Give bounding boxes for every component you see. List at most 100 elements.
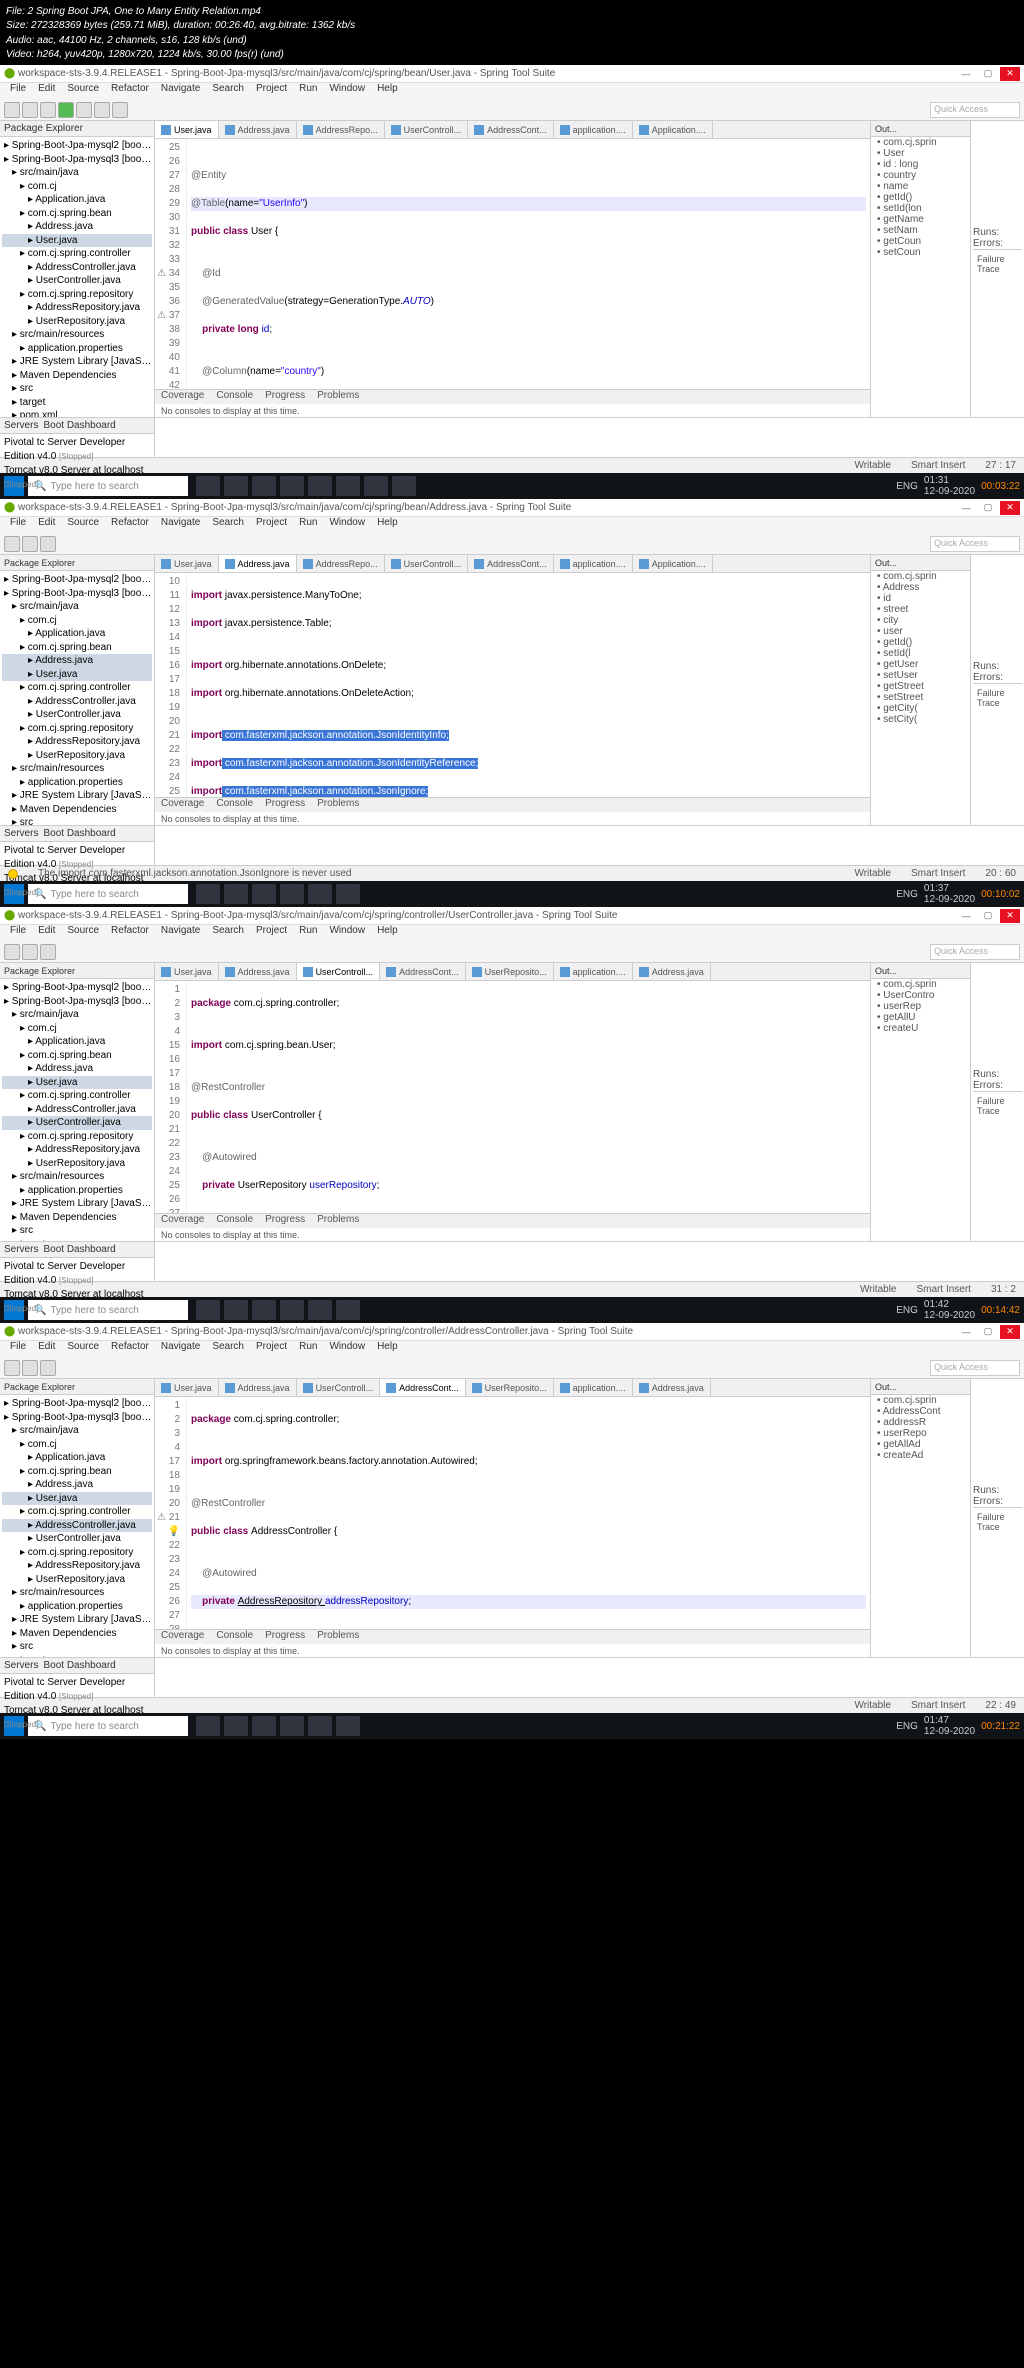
tree-item[interactable]: ▸ Maven Dependencies [2, 1627, 152, 1641]
editor-tab[interactable]: AddressCont... [468, 121, 554, 138]
tree-item[interactable]: ▸ com.cj.spring.controller [2, 1089, 152, 1103]
menu-refactor[interactable]: Refactor [105, 83, 155, 99]
tree-item[interactable]: ▸ JRE System Library [JavaSE-1.8] [2, 355, 152, 369]
outline-item[interactable]: • setNam [871, 225, 970, 236]
tree-item[interactable]: ▸ Application.java [2, 193, 152, 207]
tree-item[interactable]: ▸ Maven Dependencies [2, 369, 152, 383]
editor-tab[interactable]: UserControll... [297, 963, 381, 980]
tree-item[interactable]: ▸ JRE System Library [JavaSE-1.8] [2, 789, 152, 803]
minimize-button[interactable]: — [956, 501, 976, 515]
tree-item[interactable]: ▸ Spring-Boot-Jpa-mysql3 [boot] [devtool… [2, 587, 152, 601]
outline-item[interactable]: • name [871, 181, 970, 192]
tree-item[interactable]: ▸ src/main/resources [2, 1586, 152, 1600]
maximize-button[interactable]: ▢ [978, 67, 998, 81]
outline-item[interactable]: • getUser [871, 659, 970, 670]
outline-item[interactable]: • getCoun [871, 236, 970, 247]
menu-navigate[interactable]: Navigate [155, 83, 206, 99]
outline-item[interactable]: • userRepo [871, 1428, 970, 1439]
titlebar[interactable]: ⬤ workspace-sts-3.9.4.RELEASE1 - Spring-… [0, 65, 1024, 83]
debug-icon[interactable] [40, 102, 56, 118]
tree-item[interactable]: ▸ com.cj.spring.controller [2, 1505, 152, 1519]
outline-item[interactable]: • setStreet [871, 692, 970, 703]
tree-item[interactable]: ▸ AddressController.java [2, 261, 152, 275]
tree-item[interactable]: ▸ src/main/java [2, 1424, 152, 1438]
maximize-button[interactable]: ▢ [978, 501, 998, 515]
code-editor[interactable]: 12341516171819202122232425262728293031 p… [155, 981, 870, 1213]
tray-time[interactable]: 01:31 [924, 475, 949, 486]
outline-item[interactable]: • setCoun [871, 247, 970, 258]
tree-item[interactable]: ▸ UserController.java [2, 1116, 152, 1130]
outline-item[interactable]: • setId(l [871, 648, 970, 659]
editor-tab[interactable]: application.... [554, 1379, 633, 1396]
editor-tab[interactable]: application.... [554, 963, 633, 980]
outline-item[interactable]: • getAllU [871, 1012, 970, 1023]
editor-tab[interactable]: Application.... [633, 555, 713, 572]
outline-item[interactable]: • country [871, 170, 970, 181]
editor-tab[interactable]: AddressCont... [468, 555, 554, 572]
tree-item[interactable]: ▸ UserRepository.java [2, 1157, 152, 1171]
package-explorer-view[interactable]: Package Explorer ▸ Spring-Boot-Jpa-mysql… [0, 121, 155, 417]
code-editor[interactable]: 123417181920⚠ 21💡22232425262728293031323… [155, 1397, 870, 1629]
tree-item[interactable]: ▸ User.java [2, 234, 152, 248]
app-icon[interactable] [364, 476, 388, 496]
editor-tab[interactable]: User.java [155, 121, 219, 138]
outline-item[interactable]: • userRep [871, 1001, 970, 1012]
tree-item[interactable]: ▸ UserController.java [2, 708, 152, 722]
tree-item[interactable]: ▸ User.java [2, 668, 152, 682]
outline-item[interactable]: • user [871, 626, 970, 637]
code-lines[interactable]: @Entity @Table(name="UserInfo") public c… [187, 139, 870, 389]
tree-item[interactable]: ▸ AddressController.java [2, 1519, 152, 1533]
editor-tab[interactable]: AddressCont... [380, 1379, 466, 1396]
editor-tab[interactable]: Address.java [219, 963, 297, 980]
outline-item[interactable]: • getName [871, 214, 970, 225]
tree-item[interactable]: ▸ src [2, 816, 152, 825]
tree-item[interactable]: ▸ target [2, 1238, 152, 1242]
servers-view[interactable]: Servers Boot Dashboard Pivotal tc Server… [0, 418, 155, 457]
tree-item[interactable]: ▸ com.cj [2, 1022, 152, 1036]
editor-tabs[interactable]: User.javaAddress.javaUserControll...Addr… [155, 1379, 870, 1397]
editor-tab[interactable]: Address.java [633, 1379, 711, 1396]
tab-progress[interactable]: Progress [259, 390, 311, 404]
tree-item[interactable]: ▸ com.cj.spring.repository [2, 1546, 152, 1560]
tree-item[interactable]: ▸ Address.java [2, 654, 152, 668]
outline-item[interactable]: • getId() [871, 637, 970, 648]
tree-item[interactable]: ▸ application.properties [2, 1184, 152, 1198]
tree-item[interactable]: ▸ Spring-Boot-Jpa-mysql3 [boot] [devtool… [2, 995, 152, 1009]
editor-tab[interactable]: application.... [554, 555, 633, 572]
tray-date[interactable]: 12-09-2020 [924, 486, 975, 497]
tree-item[interactable]: ▸ Spring-Boot-Jpa-mysql3 [boot] [devtool… [2, 1411, 152, 1425]
outline-item[interactable]: • street [871, 604, 970, 615]
tree-item[interactable]: ▸ Application.java [2, 1451, 152, 1465]
editor-tab[interactable]: AddressCont... [380, 963, 466, 980]
editor-tab[interactable]: User.java [155, 555, 219, 572]
tree-item[interactable]: ▸ Spring-Boot-Jpa-mysql3 [boot] [devtool… [2, 153, 152, 167]
tree-item[interactable]: ▸ application.properties [2, 776, 152, 790]
tree-item[interactable]: ▸ com.cj.spring.repository [2, 1130, 152, 1144]
tree-item[interactable]: ▸ src [2, 1640, 152, 1654]
tray-lang[interactable]: ENG [896, 481, 918, 492]
taskview-icon[interactable] [224, 476, 248, 496]
tree-item[interactable]: ▸ com.cj.spring.controller [2, 681, 152, 695]
code-editor[interactable]: 252627282930313233⚠ 343536⚠ 373839404142… [155, 139, 870, 389]
tree-item[interactable]: ▸ Spring-Boot-Jpa-mysql2 [boot] [devtool… [2, 981, 152, 995]
outline-item[interactable]: • com.cj.sprin [871, 571, 970, 582]
tree-item[interactable]: ▸ com.cj.spring.bean [2, 1465, 152, 1479]
tree-item[interactable]: ▸ com.cj [2, 1438, 152, 1452]
app-icon[interactable] [280, 476, 304, 496]
menu-project[interactable]: Project [250, 83, 293, 99]
menu-edit[interactable]: Edit [32, 83, 61, 99]
tree-item[interactable]: ▸ src [2, 1224, 152, 1238]
tree-item[interactable]: ▸ target [2, 396, 152, 410]
editor-tab[interactable]: UserReposito... [466, 963, 554, 980]
outline-item[interactable]: • Address [871, 582, 970, 593]
tree-item[interactable]: ▸ UserController.java [2, 1532, 152, 1546]
tree-item[interactable]: ▸ com.cj.spring.repository [2, 288, 152, 302]
outline-item[interactable]: • id : long [871, 159, 970, 170]
server-item[interactable]: Pivotal tc Server Developer Edition v4.0… [4, 436, 150, 464]
tree-item[interactable]: ▸ AddressController.java [2, 695, 152, 709]
app-icon[interactable] [308, 476, 332, 496]
outline-item[interactable]: • addressR [871, 1417, 970, 1428]
menu-help[interactable]: Help [371, 83, 404, 99]
cortana-icon[interactable] [196, 476, 220, 496]
outline-item[interactable]: • com.cj.sprin [871, 1395, 970, 1406]
